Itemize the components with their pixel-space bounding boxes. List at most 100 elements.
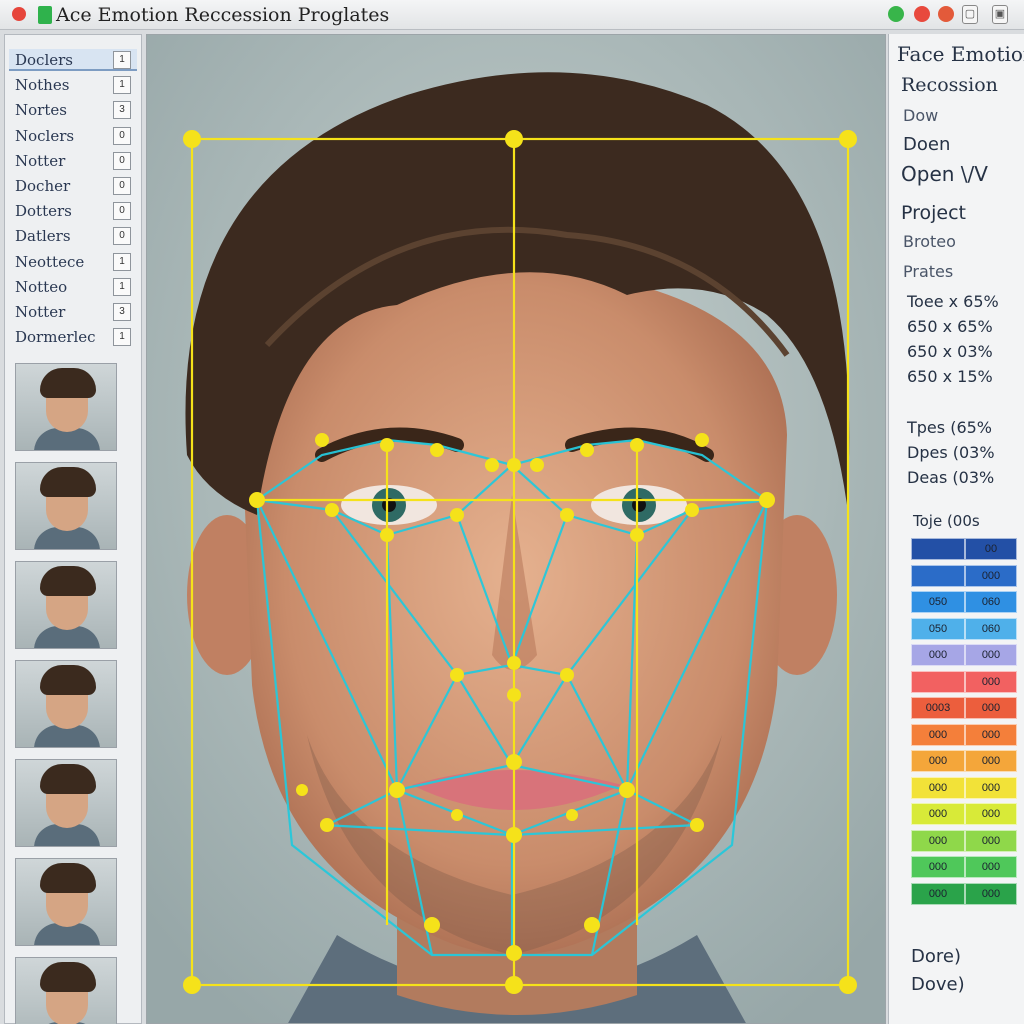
face-thumbnail[interactable] [15, 660, 117, 748]
sidebar-item-label: Datlers [15, 227, 71, 246]
sidebar-item-label: Notteo [15, 277, 68, 296]
sidebar-item[interactable]: Nortes 3 [9, 99, 137, 121]
sidebar-item-checkbox[interactable]: 1 [113, 51, 131, 69]
sidebar-item[interactable]: Neottece 1 [9, 251, 137, 273]
score-cell-left: 000 [911, 856, 965, 878]
stat-line: 650 x 65% [907, 317, 993, 336]
thumb-hair [40, 863, 96, 893]
window-title: Ace Emotion Reccession Proglates [56, 4, 390, 26]
sidebar-item-label: Nortes [15, 101, 67, 120]
sidebar-item[interactable]: Docher 0 [9, 175, 137, 197]
sidebar-item-label: Docher [15, 177, 71, 195]
sidebar-item[interactable]: Datlers 0 [9, 225, 137, 247]
sidebar-item[interactable]: Notteo 1 [9, 276, 137, 298]
thumb-hair [40, 467, 96, 497]
footer-label-1[interactable]: Dore) [911, 946, 961, 967]
score-cell-left: 050 [911, 617, 965, 640]
stat-line: 650 x 15% [907, 367, 993, 386]
sidebar-item-checkbox[interactable]: 1 [113, 328, 131, 347]
restore-icon[interactable]: ▢ [962, 5, 978, 24]
sidebar-item-checkbox[interactable]: 3 [113, 101, 131, 120]
face-thumbnail[interactable] [15, 363, 117, 451]
thumb-hair [40, 566, 96, 596]
score-cell-right: 000 [965, 697, 1017, 719]
thumb-hair [40, 368, 96, 398]
sidebar-item[interactable]: Doclers 1 [9, 49, 137, 71]
score-cell-left: 000 [911, 750, 965, 772]
panel-line-a: Broteo [903, 232, 956, 251]
face-preview[interactable] [146, 34, 886, 1024]
sidebar-item-checkbox[interactable]: 0 [113, 227, 131, 246]
score-cell-right: 000 [965, 803, 1017, 825]
score-cell-left [911, 564, 965, 587]
sidebar-item-label: Dotters [15, 202, 72, 221]
sidebar-item[interactable]: Dotters 0 [9, 200, 137, 222]
score-cell-left: 0003 [911, 697, 965, 719]
close-dot-icon[interactable] [12, 7, 26, 21]
sidebar-item[interactable]: Nothes 1 [9, 74, 137, 96]
score-cell-left: 000 [911, 644, 965, 666]
sidebar-item-label: Notter [15, 303, 66, 321]
panel-sub-2: Doen [903, 134, 951, 155]
face-thumbnail[interactable] [15, 462, 117, 550]
score-cell-left [911, 538, 965, 560]
project-label[interactable]: Project [901, 202, 966, 224]
minimize-window-icon[interactable] [938, 6, 954, 22]
face-thumbnail[interactable] [15, 759, 117, 847]
left-sidebar: Doclers 1 Nothes 1 Nortes 3 Noclers 0 Notter 0 Doc… [4, 34, 142, 1024]
stat-line: Tpes (65% [907, 418, 992, 437]
score-cell-right: 00 [965, 538, 1017, 560]
footer-label-2[interactable]: Dove) [911, 974, 965, 995]
sidebar-item-checkbox[interactable]: 0 [113, 177, 131, 195]
settings-icon[interactable]: ▣ [992, 5, 1008, 24]
score-cell-right: 000 [965, 882, 1017, 905]
panel-sub-3[interactable]: Open \/V [901, 162, 988, 186]
score-cell-right: 000 [965, 564, 1017, 587]
score-table-header: Toje (00s [913, 512, 980, 530]
score-cell-right: 060 [965, 591, 1017, 613]
stat-line: Deas (03% [907, 468, 995, 487]
panel-title-line-2: Recossion [901, 74, 998, 96]
score-cell-right: 000 [965, 829, 1017, 852]
face-thumbnail[interactable] [15, 957, 117, 1024]
sidebar-item-checkbox[interactable]: 0 [113, 202, 131, 221]
panel-sub-1: Dow [903, 106, 939, 125]
sidebar-item-checkbox[interactable]: 0 [113, 151, 131, 170]
sidebar-item-label: Neottece [15, 252, 85, 271]
sidebar-item[interactable]: Notter 3 [9, 301, 137, 323]
stat-line: Toee x 65% [907, 292, 999, 311]
face-illustration [147, 35, 885, 1023]
thumb-hair [40, 764, 96, 794]
sidebar-item-checkbox[interactable]: 1 [113, 252, 131, 271]
sidebar-item[interactable]: Dormerlec 1 [9, 326, 137, 348]
score-cell-right: 000 [965, 750, 1017, 772]
score-cell-left: 000 [911, 776, 965, 799]
score-cell-right: 000 [965, 723, 1017, 746]
sidebar-item[interactable]: Noclers 0 [9, 125, 137, 147]
score-cell-left: 000 [911, 829, 965, 852]
score-cell-left: 000 [911, 723, 965, 746]
thumb-hair [40, 665, 96, 695]
face-thumbnail[interactable] [15, 561, 117, 649]
thumb-hair [40, 962, 96, 992]
sidebar-item-checkbox[interactable]: 3 [113, 303, 131, 321]
sidebar-item-checkbox[interactable]: 1 [113, 277, 131, 296]
app-icon [38, 6, 52, 24]
right-info-panel: Face Emotior Recossion Dow Doen Open \/V… [888, 34, 1024, 1024]
face-thumbnail[interactable] [15, 858, 117, 946]
maximize-dot-icon[interactable] [888, 6, 904, 22]
score-cell-right: 000 [965, 856, 1017, 878]
sidebar-item-label: Doclers [15, 51, 74, 69]
sidebar-item-label: Nothes [15, 76, 70, 95]
sidebar-item-checkbox[interactable]: 0 [113, 126, 131, 145]
sidebar-item-checkbox[interactable]: 1 [113, 76, 131, 95]
sidebar-item-label: Notter [15, 151, 66, 170]
close-window-icon[interactable] [914, 6, 930, 22]
score-cell-left: 000 [911, 882, 965, 905]
score-cell-right: 000 [965, 644, 1017, 666]
sidebar-item[interactable]: Notter 0 [9, 150, 137, 172]
score-cell-right: 000 [965, 670, 1017, 693]
score-cell-right: 060 [965, 617, 1017, 640]
title-bar: Ace Emotion Reccession Proglates ▢ ▣ [0, 0, 1024, 30]
sidebar-item-label: Noclers [15, 126, 75, 145]
